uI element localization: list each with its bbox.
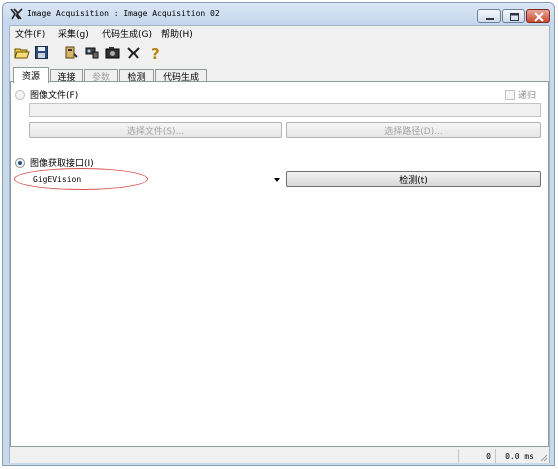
title-bar[interactable]: Image Acquisition : Image Acquisition 02 [3, 3, 554, 25]
menu-bar: 文件(F) 采集(g) 代码生成(G) 帮助(H) [10, 26, 549, 41]
svg-text:?: ? [151, 45, 160, 61]
menu-acquire[interactable]: 采集(g) [58, 27, 89, 40]
window-title: Image Acquisition : Image Acquisition 02 [27, 9, 220, 18]
app-icon [10, 8, 23, 20]
save-button[interactable] [33, 44, 51, 62]
settings-button[interactable] [125, 44, 143, 62]
maximize-button[interactable] [502, 9, 525, 23]
help-icon: ? [151, 45, 160, 61]
recursive-option[interactable]: 递归 [505, 88, 536, 101]
connect-icon [85, 47, 99, 59]
resize-grip-icon[interactable] [538, 452, 548, 462]
interface-label: 图像获取接口(I) [30, 159, 94, 169]
minimize-icon [486, 18, 494, 20]
image-files-radio[interactable] [15, 89, 25, 100]
image-files-label: 图像文件(F) [30, 91, 79, 101]
maximize-icon [510, 13, 519, 21]
tab-strip: 资源 连接 参数 检测 代码生成 [10, 67, 549, 83]
app-window: Image Acquisition : Image Acquisition 02… [2, 2, 555, 466]
help-button[interactable]: ? [147, 44, 165, 62]
status-time: 0.0 ms [495, 449, 537, 463]
dropdown-arrow-icon[interactable] [274, 178, 280, 182]
detect-button[interactable]: 检测(t) [286, 171, 541, 187]
close-icon [534, 12, 544, 22]
tab-source[interactable]: 资源 [13, 67, 49, 83]
save-icon [35, 46, 48, 59]
interface-select[interactable]: GigEVision [15, 172, 283, 188]
select-file-button[interactable]: 选择文件(S)... [29, 122, 282, 138]
minimize-button[interactable] [477, 9, 501, 23]
source-panel: 图像文件(F) 递归 选择文件(S)... 选择路径(D)... 图像获取接口(… [10, 81, 549, 447]
file-path-input[interactable] [29, 103, 541, 117]
camera-button[interactable] [104, 44, 122, 62]
connect-button[interactable] [83, 44, 101, 62]
recursive-checkbox[interactable] [505, 89, 515, 100]
toolbar: ? [10, 42, 549, 64]
recursive-label: 递归 [518, 91, 537, 101]
menu-code-gen[interactable]: 代码生成(G) [102, 27, 152, 40]
client-area: 文件(F) 采集(g) 代码生成(G) 帮助(H) ? 资源 连接 参数 检测 … [9, 25, 550, 463]
close-button[interactable] [526, 9, 550, 23]
menu-file[interactable]: 文件(F) [15, 27, 45, 40]
load-button[interactable] [62, 44, 80, 62]
status-bar: 0 0.0 ms [10, 449, 549, 463]
interface-option[interactable]: 图像获取接口(I) [15, 156, 94, 169]
interface-radio[interactable] [15, 157, 25, 168]
open-folder-icon [14, 48, 30, 59]
load-icon [65, 46, 78, 59]
interface-select-value: GigEVision [33, 175, 82, 184]
select-path-button[interactable]: 选择路径(D)... [286, 122, 541, 138]
image-files-option[interactable]: 图像文件(F) [15, 88, 78, 101]
open-button[interactable] [13, 44, 31, 62]
settings-icon [127, 47, 140, 59]
camera-icon [105, 47, 120, 59]
menu-help[interactable]: 帮助(H) [161, 27, 193, 40]
status-count: 0 [458, 449, 494, 463]
